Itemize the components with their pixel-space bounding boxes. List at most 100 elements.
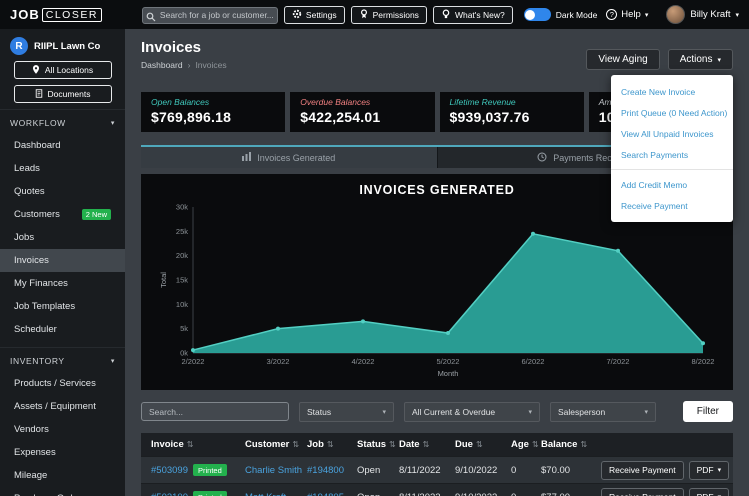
invoices-table: Invoice ⇅ Customer ⇅ Job ⇅ Status ⇅ Date… — [141, 433, 733, 496]
permissions-button[interactable]: Permissions — [351, 6, 427, 24]
sidebar-item-jobs[interactable]: Jobs — [0, 226, 125, 249]
stat-value: $769,896.18 — [151, 109, 275, 125]
new-count-badge: 2 New — [82, 209, 111, 220]
sidebar-item-job-templates[interactable]: Job Templates — [0, 295, 125, 318]
receive-payment-button[interactable]: Receive Payment — [601, 488, 684, 496]
view-aging-button[interactable]: View Aging — [586, 49, 659, 70]
invoice-link[interactable]: #503100 — [151, 492, 188, 496]
sidebar-item-mileage[interactable]: Mileage — [0, 464, 125, 487]
current-overdue-select[interactable]: All Current & Overdue ▾ — [404, 402, 540, 422]
actions-button[interactable]: Actions ▾ — [668, 49, 733, 70]
clock-icon — [537, 152, 547, 164]
sidebar-item-label: Expenses — [14, 447, 56, 458]
svg-text:10k: 10k — [176, 300, 188, 309]
menu-divider — [611, 169, 733, 170]
sidebar-item-label: Customers — [14, 209, 60, 220]
whats-new-button[interactable]: What's New? — [433, 6, 513, 24]
sidebar-item-leads[interactable]: Leads — [0, 157, 125, 180]
sidebar-item-label: Quotes — [14, 186, 45, 197]
menu-item-add-credit-memo[interactable]: Add Credit Memo — [611, 174, 733, 195]
sidebar-item-dashboard[interactable]: Dashboard — [0, 134, 125, 157]
column-label: Status — [357, 439, 386, 450]
menu-item-print-queue[interactable]: Print Queue (0 Need Action) — [611, 102, 733, 123]
ribbon-icon — [359, 9, 369, 21]
sort-icon: ⇅ — [580, 440, 587, 449]
filter-button[interactable]: Filter — [683, 401, 733, 422]
svg-text:2/2022: 2/2022 — [182, 357, 205, 366]
chevron-down-icon: ▾ — [735, 11, 739, 19]
pdf-button[interactable]: PDF ▾ — [689, 488, 730, 496]
column-header-age[interactable]: Age ⇅ — [511, 439, 541, 450]
job-link[interactable]: #194800 — [307, 465, 344, 476]
help-menu[interactable]: ? Help ▾ — [606, 9, 648, 20]
svg-text:5/2022: 5/2022 — [437, 357, 460, 366]
svg-text:20k: 20k — [176, 251, 188, 260]
sidebar-item-purchase-orders[interactable]: Purchase Orders — [0, 487, 125, 496]
documents-button[interactable]: Documents — [14, 85, 112, 103]
menu-item-view-all-unpaid[interactable]: View All Unpaid Invoices — [611, 123, 733, 144]
menu-item-search-payments[interactable]: Search Payments — [611, 144, 733, 165]
sidebar-item-scheduler[interactable]: Scheduler — [0, 318, 125, 341]
table-row: #503099 Printed Charlie Smith #194800 Op… — [141, 456, 733, 483]
column-header-balance[interactable]: Balance ⇅ — [541, 439, 601, 450]
actions-label: Actions — [680, 54, 713, 65]
all-locations-button[interactable]: All Locations — [14, 61, 112, 79]
column-header-status[interactable]: Status ⇅ — [357, 439, 399, 450]
dark-mode-toggle[interactable] — [524, 8, 551, 21]
job-link[interactable]: #194805 — [307, 492, 344, 496]
sidebar-item-invoices[interactable]: Invoices — [0, 249, 125, 272]
column-label: Balance — [541, 439, 577, 450]
tab-invoices-generated[interactable]: Invoices Generated — [141, 147, 438, 168]
sidebar-item-label: Scheduler — [14, 324, 57, 335]
sidebar-item-label: Job Templates — [14, 301, 75, 312]
status-select[interactable]: Status ▾ — [299, 402, 394, 422]
sidebar-item-assets-equipment[interactable]: Assets / Equipment — [0, 395, 125, 418]
pdf-button[interactable]: PDF ▾ — [689, 461, 730, 480]
invoice-link[interactable]: #503099 — [151, 465, 188, 476]
sidebar-item-my-finances[interactable]: My Finances — [0, 272, 125, 295]
document-icon — [35, 89, 43, 100]
company-name: RIIPL Lawn Co — [34, 41, 100, 52]
chevron-down-icon: ▾ — [111, 357, 115, 365]
sidebar-section-workflow[interactable]: WORKFLOW ▾ — [0, 109, 125, 134]
logo-text-closer: CLOSER — [42, 8, 102, 22]
sidebar-item-quotes[interactable]: Quotes — [0, 180, 125, 203]
svg-text:15k: 15k — [176, 276, 188, 285]
sidebar-item-label: Dashboard — [14, 140, 60, 151]
svg-text:6/2022: 6/2022 — [522, 357, 545, 366]
sidebar-item-expenses[interactable]: Expenses — [0, 441, 125, 464]
sidebar-section-inventory[interactable]: INVENTORY ▾ — [0, 347, 125, 372]
column-header-job[interactable]: Job ⇅ — [307, 439, 357, 450]
breadcrumb-dashboard[interactable]: Dashboard — [141, 60, 183, 70]
sidebar: R RIIPL Lawn Co All Locations Documents … — [0, 29, 125, 496]
location-pin-icon — [32, 65, 40, 76]
table-search-input[interactable] — [141, 402, 289, 421]
due-cell: 9/10/2022 — [455, 492, 511, 496]
stat-label: Overdue Balances — [300, 97, 424, 107]
user-menu[interactable]: Billy Kraft ▾ — [666, 5, 739, 24]
sidebar-item-products-services[interactable]: Products / Services — [0, 372, 125, 395]
sort-icon: ⇅ — [327, 440, 334, 449]
logo-text-job: JOB — [10, 7, 40, 22]
sort-icon: ⇅ — [532, 440, 539, 449]
receive-payment-button[interactable]: Receive Payment — [601, 461, 684, 480]
sidebar-item-vendors[interactable]: Vendors — [0, 418, 125, 441]
column-header-due[interactable]: Due ⇅ — [455, 439, 511, 450]
customer-link[interactable]: Matt Kraft — [245, 492, 286, 496]
svg-text:8/2022: 8/2022 — [692, 357, 715, 366]
view-aging-label: View Aging — [598, 54, 647, 65]
salesperson-select[interactable]: Salesperson ▾ — [550, 402, 656, 422]
sidebar-item-customers[interactable]: Customers 2 New — [0, 203, 125, 226]
column-header-invoice[interactable]: Invoice ⇅ — [141, 439, 245, 450]
app-logo[interactable]: JOB CLOSER — [10, 7, 102, 22]
settings-button[interactable]: Settings — [284, 6, 345, 24]
search-input[interactable] — [142, 7, 278, 24]
main-content: Invoices Dashboard › Invoices View Aging… — [125, 29, 749, 496]
menu-item-receive-payment[interactable]: Receive Payment — [611, 195, 733, 216]
company-switcher[interactable]: R RIIPL Lawn Co — [0, 29, 125, 61]
menu-item-create-new-invoice[interactable]: Create New Invoice — [611, 81, 733, 102]
sidebar-item-label: Assets / Equipment — [14, 401, 96, 412]
customer-link[interactable]: Charlie Smith — [245, 465, 302, 476]
column-header-date[interactable]: Date ⇅ — [399, 439, 455, 450]
column-header-customer[interactable]: Customer ⇅ — [245, 439, 307, 450]
